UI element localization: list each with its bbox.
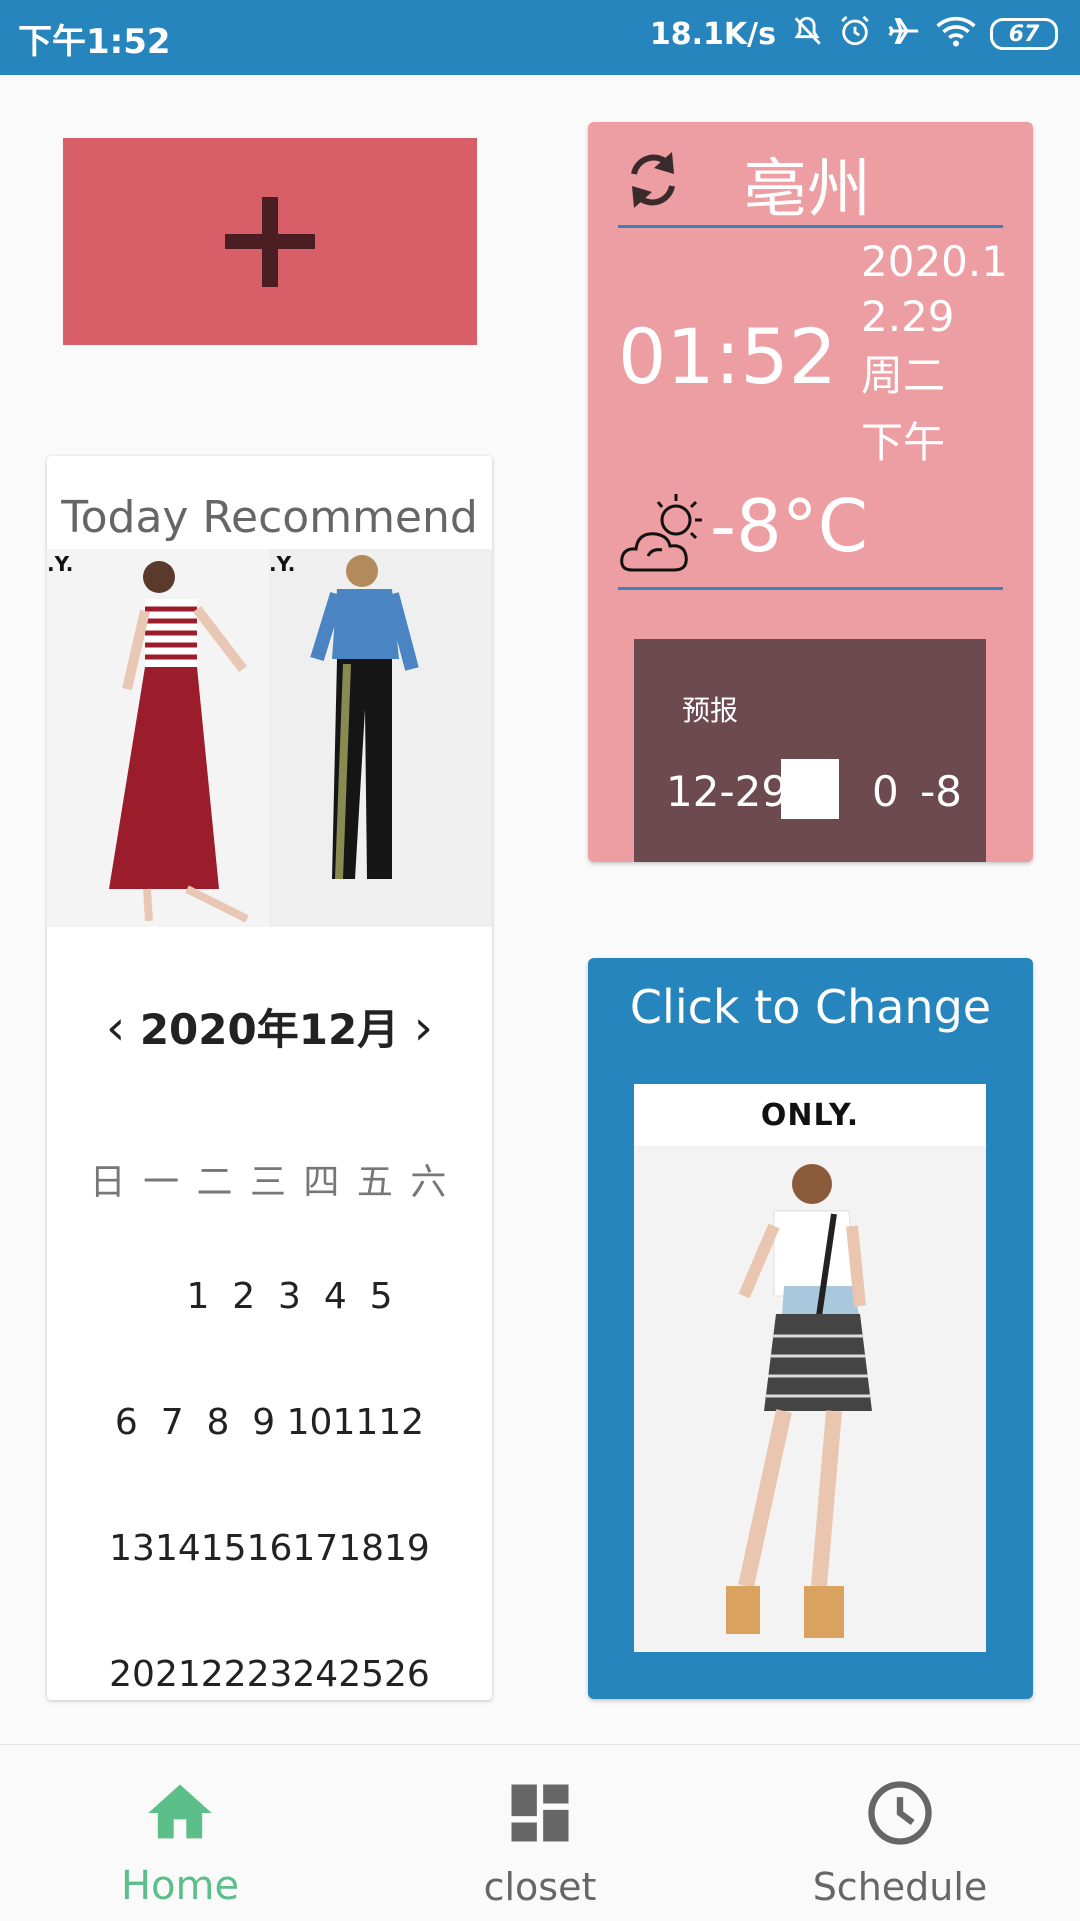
calendar-month: 2020年12月 [139, 1005, 400, 1054]
airplane-icon [886, 14, 922, 54]
forecast-temp-range: 0 -8 [872, 767, 962, 816]
status-bar: 下午1:52 18.1K/s 67 [0, 0, 1080, 75]
nav-schedule[interactable]: Schedule [720, 1745, 1080, 1921]
svg-text:.Y.: .Y. [269, 552, 295, 576]
divider [618, 225, 1003, 228]
weather-card: 亳州 01:52 2020.1 2.29 周二 下午 -8°C 预报 12-29… [588, 122, 1033, 862]
partly-cloudy-icon [618, 490, 708, 585]
clock-time: 01:52 [618, 312, 838, 401]
bottom-nav: Home closet Schedule [0, 1744, 1080, 1921]
alarm-icon [838, 14, 872, 54]
calendar-row[interactable]: 13141516171819 [47, 1528, 492, 1569]
calendar-row[interactable]: 1 2 3 4 5 [47, 1276, 492, 1317]
calendar-row[interactable]: 20212223242526 [47, 1654, 492, 1695]
refresh-icon[interactable] [624, 144, 682, 214]
calendar-weekdays: 日 一 二 三 四 五 六 [89, 1162, 450, 1203]
status-time: 下午1:52 [18, 22, 171, 62]
forecast-date: 12-29 [666, 767, 789, 816]
status-icons: 18.1K/s 67 [650, 14, 1058, 54]
weekday: 周二 [861, 351, 946, 400]
forecast-panel: 预报 12-29 0 -8 [634, 639, 986, 862]
period: 下午 [861, 418, 946, 467]
nav-label: closet [483, 1865, 597, 1909]
city-name: 亳州 [743, 153, 871, 227]
wifi-icon [936, 14, 976, 54]
next-month-button[interactable]: › [414, 1000, 433, 1056]
nav-label: Schedule [812, 1865, 988, 1909]
recommend-photo[interactable]: .Y. .Y. [47, 549, 492, 927]
outfit-photo[interactable]: ONLY. [634, 1084, 986, 1652]
change-title: Click to Change [629, 980, 992, 1034]
calendar-row[interactable]: 6 7 8 9 101112 [47, 1402, 492, 1443]
recommend-title: Today Recommend [61, 492, 478, 543]
nav-closet[interactable]: closet [360, 1745, 720, 1921]
add-button[interactable] [63, 138, 477, 345]
date-line1: 2020.1 [861, 237, 1008, 286]
plus-icon-vertical [262, 197, 278, 287]
mute-icon [790, 14, 824, 54]
dashboard-icon [500, 1775, 580, 1851]
calendar-header: ‹ 2020年12月 › [47, 996, 492, 1057]
nav-label: Home [120, 1863, 240, 1909]
date-line2: 2.29 [861, 292, 955, 341]
prev-month-button[interactable]: ‹ [106, 1000, 125, 1056]
home-icon [140, 1775, 220, 1851]
forecast-weather-icon [781, 759, 839, 819]
recommend-card: Today Recommend .Y. .Y. ‹ 2020年12月 › 日 一… [47, 456, 492, 1700]
svg-text:.Y.: .Y. [47, 552, 73, 576]
temperature: -8°C [710, 484, 869, 568]
network-speed: 18.1K/s [649, 16, 776, 52]
brand-logo: ONLY. [634, 1084, 986, 1146]
forecast-title: 预报 [682, 694, 739, 727]
divider [618, 587, 1003, 590]
clock-icon [860, 1775, 940, 1851]
change-outfit-card[interactable]: Click to Change ONLY. [588, 958, 1033, 1699]
date-block: 2020.1 2.29 周二 下午 [861, 234, 1021, 470]
nav-home[interactable]: Home [0, 1745, 360, 1921]
battery-icon: 67 [990, 18, 1058, 50]
